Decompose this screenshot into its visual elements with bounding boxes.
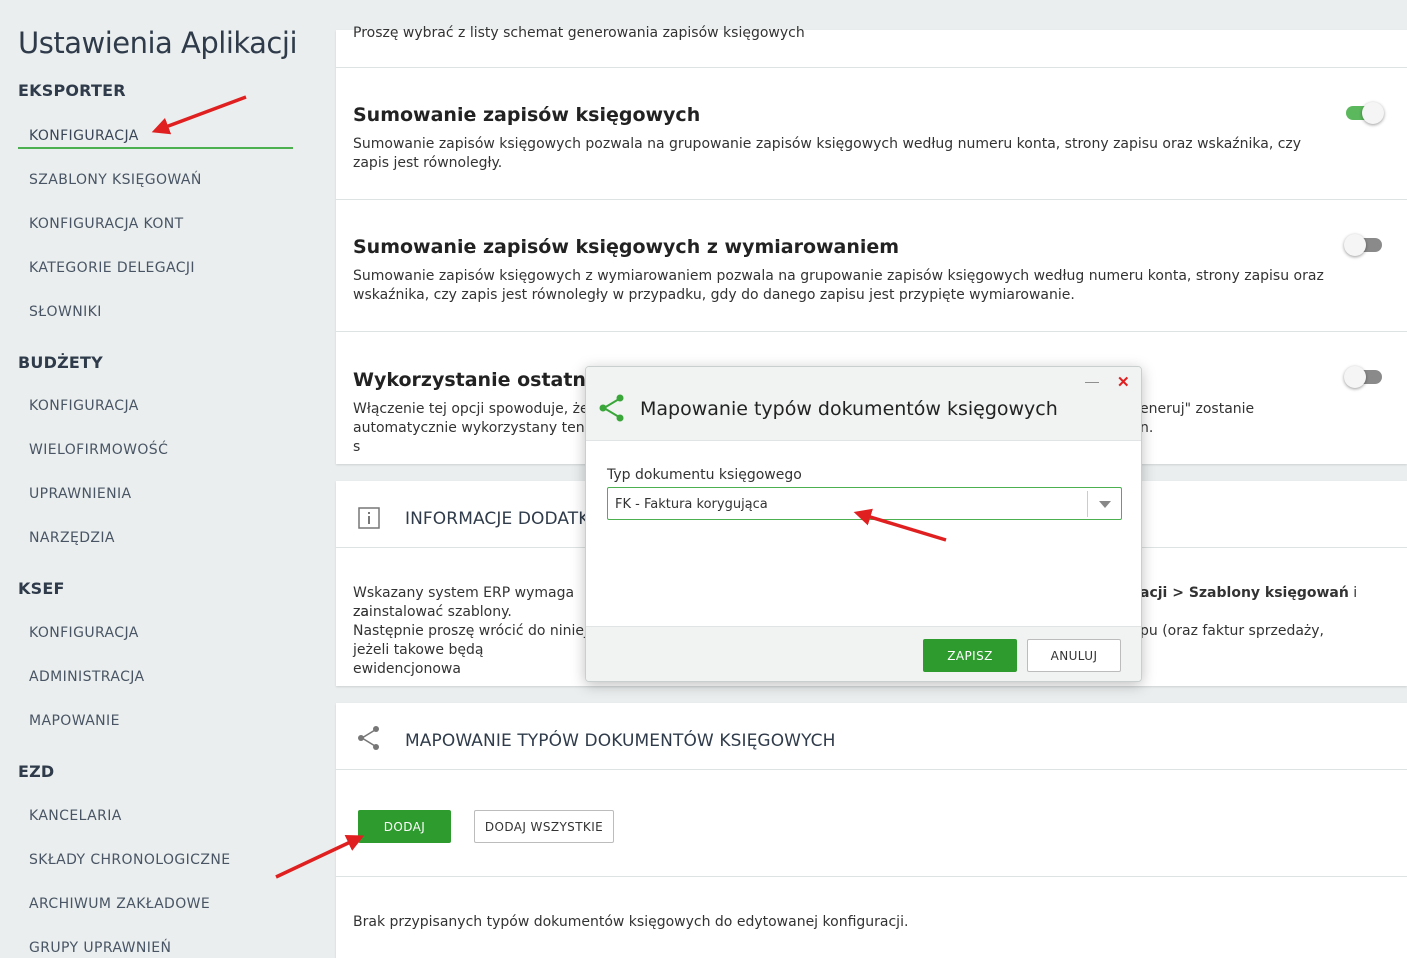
share-icon [597,393,627,423]
row-title-sumowanie-wymiarowanie: Sumowanie zapisów księgowych z wymiarowa… [353,236,900,258]
cancel-button[interactable]: ANULUJ [1027,639,1121,672]
info-line-2: zainstalować szablony. [353,604,512,620]
sidebar-item-konfiguracja-kont[interactable]: KONFIGURACJA KONT [29,216,184,232]
row-desc-wykorzystanie-1: Włączenie tej opcji spowoduje, że [353,401,589,417]
divider [336,199,1407,200]
sidebar-item-narzedzia[interactable]: NARZĘDZIA [29,530,115,546]
section-ezd: EZD [18,762,55,781]
toggle-wykorzystanie[interactable] [1344,366,1382,388]
add-button[interactable]: DODAJ [358,810,451,843]
sidebar-item-administracja[interactable]: ADMINISTRACJA [29,669,145,685]
top-cut-text: Proszę wybrać z listy schemat generowani… [353,25,805,41]
sidebar-item-mapowanie[interactable]: MAPOWANIE [29,713,120,729]
info-header: INFORMACJE DODATK [405,509,590,529]
sidebar-item-archiwum-zakladowe[interactable]: ARCHIWUM ZAKŁADOWE [29,896,210,912]
info-icon [357,506,381,530]
info-line-1-right: acji > Szablony księgowań i [1140,585,1358,601]
sidebar-item-kategorie-delegacji[interactable]: KATEGORIE DELEGACJI [29,260,195,276]
info-line-3-right: pu (oraz faktur sprzedaży, [1140,623,1325,639]
toggle-sumowanie-wymiarowanie[interactable] [1344,234,1382,256]
mapping-modal: Mapowanie typów dokumentów księgowych — … [585,366,1142,682]
sidebar-item-szablony-ksiegowan[interactable]: SZABLONY KSIĘGOWAŃ [29,172,202,188]
chevron-down-icon[interactable] [1099,501,1111,508]
divider [336,331,1407,332]
info-line-3: Następnie proszę wrócić do niniej [353,623,588,639]
modal-title: Mapowanie typów dokumentów księgowych [640,398,1058,420]
row-desc-sumowanie-wymiarowanie: Sumowanie zapisów księgowych z wymiarowa… [353,268,1324,303]
document-type-label: Typ dokumentu księgowego [607,467,802,483]
empty-state-text: Brak przypisanych typów dokumentów księg… [353,914,909,930]
divider [336,769,1407,770]
section-eksporter: EKSPORTER [18,81,126,100]
document-type-value: FK - Faktura korygująca [615,497,768,512]
row-desc-wykorzystanie-4: n. [1140,420,1154,436]
sidebar-item-grupy-uprawnien[interactable]: GRUPY UPRAWNIEŃ [29,940,171,956]
sidebar-item-budzety-konfiguracja[interactable]: KONFIGURACJA [29,398,139,414]
app-title: Ustawienia Aplikacji [18,26,298,60]
row-title-sumowanie: Sumowanie zapisów księgowych [353,104,701,126]
sidebar: Ustawienia Aplikacji EKSPORTER KONFIGURA… [0,0,336,958]
active-indicator [18,147,293,149]
divider [336,67,1407,68]
toggle-sumowanie[interactable] [1346,102,1384,124]
modal-footer: ZAPISZ ANULUJ [586,626,1141,681]
select-separator [1087,491,1088,517]
sidebar-item-slowniki[interactable]: SŁOWNIKI [29,304,102,320]
sidebar-item-eksporter-konfiguracja[interactable]: KONFIGURACJA [29,128,139,144]
sidebar-item-wielofirmowosc[interactable]: WIELOFIRMOWOŚĆ [29,442,168,458]
save-button[interactable]: ZAPISZ [923,639,1017,672]
minimize-icon[interactable]: — [1085,373,1099,389]
sidebar-item-sklady-chronologiczne[interactable]: SKŁADY CHRONOLOGICZNE [29,852,230,868]
modal-header: Mapowanie typów dokumentów księgowych — … [586,367,1141,441]
add-all-button[interactable]: DODAJ WSZYSTKIE [474,810,614,843]
section-ksef: KSEF [18,579,65,598]
row-desc-wykorzystanie-3: eneruj" zostanie [1140,401,1255,417]
sidebar-item-kancelaria[interactable]: KANCELARIA [29,808,122,824]
share-icon [356,725,382,751]
close-icon[interactable]: ✕ [1117,373,1130,391]
row-desc-wykorzystanie-2: automatycznie wykorzystany ten s [353,420,585,455]
document-type-select[interactable]: FK - Faktura korygująca [607,487,1122,520]
section-budzety: BUDŻETY [18,353,103,372]
sidebar-item-uprawnienia[interactable]: UPRAWNIENIA [29,486,132,502]
sidebar-item-ksef-konfiguracja[interactable]: KONFIGURACJA [29,625,139,641]
mapping-header: MAPOWANIE TYPÓW DOKUMENTÓW KSIĘGOWYCH [405,731,836,751]
info-line-4: jeżeli takowe będą ewidencjonowa [353,642,484,677]
divider [336,876,1407,877]
row-desc-sumowanie: Sumowanie zapisów księgowych pozwala na … [353,136,1302,171]
